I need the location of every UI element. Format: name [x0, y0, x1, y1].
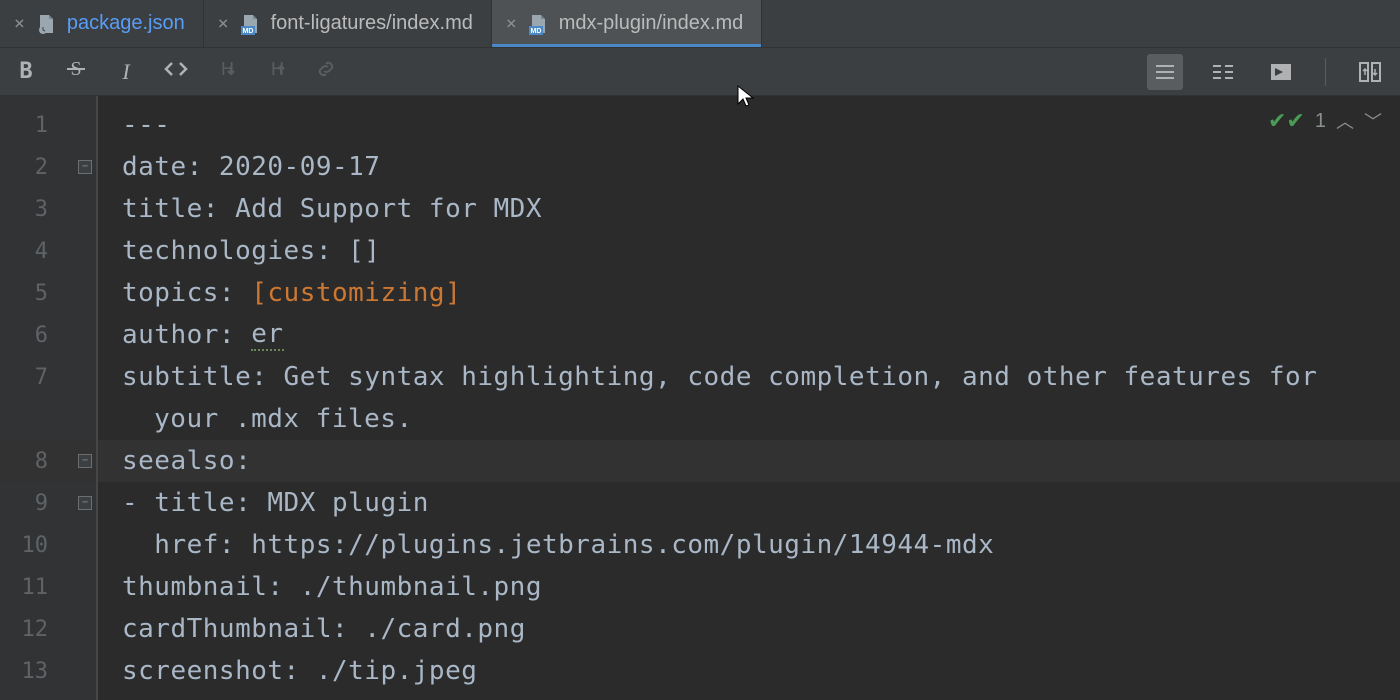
- editor-tabs-bar: × package.json × MD font-ligatures/index…: [0, 0, 1400, 48]
- line-number[interactable]: 1: [0, 104, 96, 146]
- line-number[interactable]: 2−: [0, 146, 96, 188]
- code-line[interactable]: date: 2020-09-17: [98, 146, 1400, 188]
- editor-only-view-button[interactable]: [1147, 54, 1183, 90]
- code-line[interactable]: topics: [customizing]: [98, 272, 1400, 314]
- header-up-button[interactable]: H: [262, 58, 290, 86]
- svg-text:MD: MD: [530, 28, 541, 35]
- header-down-button[interactable]: H: [212, 58, 240, 86]
- tab-font-ligatures[interactable]: × MD font-ligatures/index.md: [204, 0, 492, 47]
- code-line[interactable]: thumbnail: ./thumbnail.png: [98, 566, 1400, 608]
- line-number[interactable]: 12: [0, 608, 96, 650]
- editor-body: 1 2− 3 4 5 6 7 8− 9− 10 11 12 13 ✔✔ 1 ︿ …: [0, 96, 1400, 700]
- chevron-up-icon[interactable]: ︿: [1336, 108, 1354, 134]
- line-number[interactable]: 11: [0, 566, 96, 608]
- markdown-toolbar: B S I H H: [0, 48, 1400, 96]
- strikethrough-button[interactable]: S: [62, 58, 90, 86]
- inspection-count: 1: [1315, 110, 1326, 133]
- code-line[interactable]: your .mdx files.: [98, 398, 1400, 440]
- close-icon[interactable]: ×: [14, 15, 25, 33]
- bold-button[interactable]: B: [12, 59, 40, 84]
- toolbar-divider: [1325, 58, 1326, 86]
- code-line[interactable]: author: er: [98, 314, 1400, 356]
- markdown-file-icon: MD: [527, 13, 549, 35]
- close-icon[interactable]: ×: [506, 15, 517, 33]
- svg-text:MD: MD: [242, 28, 253, 35]
- line-number[interactable]: 13: [0, 650, 96, 692]
- code-button[interactable]: [162, 58, 190, 86]
- tab-label: font-ligatures/index.md: [271, 12, 473, 35]
- line-number[interactable]: 6: [0, 314, 96, 356]
- tab-label: mdx-plugin/index.md: [559, 12, 744, 35]
- tab-mdx-plugin[interactable]: × MD mdx-plugin/index.md: [492, 0, 762, 47]
- preview-view-button[interactable]: [1263, 54, 1299, 90]
- fold-marker-icon[interactable]: −: [78, 160, 92, 174]
- line-number[interactable]: 7: [0, 356, 96, 398]
- tab-package-json[interactable]: × package.json: [0, 0, 204, 47]
- code-line[interactable]: - title: MDX plugin: [98, 482, 1400, 524]
- code-line[interactable]: title: Add Support for MDX: [98, 188, 1400, 230]
- line-gutter: 1 2− 3 4 5 6 7 8− 9− 10 11 12 13: [0, 96, 98, 700]
- code-line[interactable]: cardThumbnail: ./card.png: [98, 608, 1400, 650]
- fold-marker-icon[interactable]: −: [78, 496, 92, 510]
- fold-marker-icon[interactable]: −: [78, 454, 92, 468]
- json-file-icon: [35, 13, 57, 35]
- tab-label: package.json: [67, 12, 185, 35]
- markdown-file-icon: MD: [239, 13, 261, 35]
- code-line[interactable]: seealso:: [98, 440, 1400, 482]
- italic-button[interactable]: I: [112, 59, 140, 85]
- line-number[interactable]: 10: [0, 524, 96, 566]
- close-icon[interactable]: ×: [218, 15, 229, 33]
- line-number[interactable]: 5: [0, 272, 96, 314]
- line-number[interactable]: 9−: [0, 482, 96, 524]
- inspection-widget[interactable]: ✔✔ 1 ︿ ﹀: [1268, 108, 1382, 134]
- code-area[interactable]: ✔✔ 1 ︿ ﹀ --- date: 2020-09-17 title: Add…: [98, 96, 1400, 700]
- code-line[interactable]: ---: [98, 104, 1400, 146]
- code-line[interactable]: screenshot: ./tip.jpeg: [98, 650, 1400, 692]
- line-number[interactable]: 4: [0, 230, 96, 272]
- code-line[interactable]: subtitle: Get syntax highlighting, code …: [98, 356, 1400, 398]
- code-line[interactable]: href: https://plugins.jetbrains.com/plug…: [98, 524, 1400, 566]
- checkmark-icon: ✔✔: [1268, 108, 1305, 134]
- svg-text:H: H: [271, 59, 284, 79]
- line-number[interactable]: [0, 398, 96, 440]
- svg-text:H: H: [221, 59, 234, 79]
- line-number[interactable]: 3: [0, 188, 96, 230]
- line-number[interactable]: 8−: [0, 440, 96, 482]
- chevron-down-icon[interactable]: ﹀: [1364, 108, 1382, 134]
- link-button[interactable]: [312, 58, 340, 86]
- pane-layout-button[interactable]: [1352, 54, 1388, 90]
- split-view-button[interactable]: [1205, 54, 1241, 90]
- code-line[interactable]: technologies: []: [98, 230, 1400, 272]
